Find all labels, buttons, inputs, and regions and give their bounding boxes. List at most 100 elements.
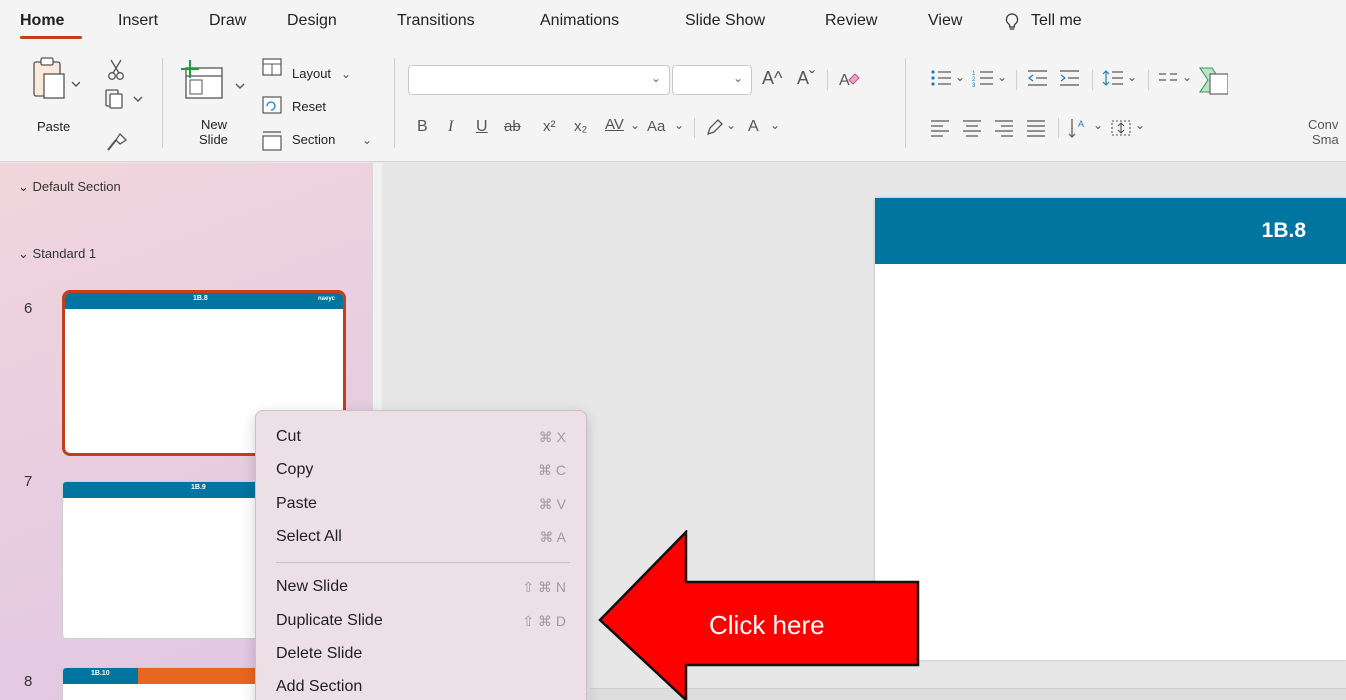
ribbon-divider bbox=[694, 118, 695, 138]
format-painter-icon[interactable] bbox=[106, 132, 128, 154]
current-slide[interactable]: 1B.8 bbox=[875, 198, 1346, 660]
layout-chevron-icon[interactable]: ⌄ bbox=[341, 64, 351, 84]
layout-icon[interactable] bbox=[262, 58, 282, 76]
thumbnail-title: 1B.8 bbox=[193, 295, 208, 302]
convert-smartart-label-line2[interactable]: Sma bbox=[1312, 133, 1339, 147]
highlight-pen-icon[interactable] bbox=[704, 118, 724, 138]
line-spacing-chevron-icon[interactable]: ⌄ bbox=[1127, 67, 1137, 87]
menu-item-add-section[interactable]: Add Section bbox=[256, 671, 586, 700]
numbering-icon[interactable]: 1 2 3 bbox=[972, 68, 994, 88]
paste-clipboard-icon[interactable] bbox=[32, 56, 80, 102]
tab-insert[interactable]: Insert bbox=[118, 12, 158, 30]
strikethrough-icon[interactable]: ab bbox=[504, 117, 521, 137]
section-header-default[interactable]: ⌄ Default Section bbox=[18, 179, 121, 195]
home-ribbon: Paste New Slide Layout ⌄ Reset Section ⌄… bbox=[0, 44, 1346, 162]
paste-label[interactable]: Paste bbox=[37, 120, 70, 134]
new-slide-icon[interactable] bbox=[176, 58, 246, 102]
menu-item-select-all[interactable]: Select All ⌘ A bbox=[256, 521, 586, 553]
menu-item-new-slide[interactable]: New Slide ⇧ ⌘ N bbox=[256, 571, 586, 603]
ribbon-divider bbox=[394, 58, 395, 148]
bold-icon[interactable]: B bbox=[417, 117, 428, 137]
decrease-indent-icon[interactable] bbox=[1026, 68, 1048, 88]
slide-title[interactable]: 1B.8 bbox=[1262, 219, 1306, 243]
underline-icon[interactable]: U bbox=[476, 117, 488, 137]
columns-icon[interactable] bbox=[1158, 70, 1178, 86]
font-size-chevron-icon[interactable]: ⌄ bbox=[733, 71, 743, 85]
thumbnail-logo: naeyc bbox=[317, 296, 335, 302]
tab-view[interactable]: View bbox=[928, 12, 962, 30]
font-name-combobox[interactable]: ⌄ bbox=[408, 65, 670, 95]
clear-formatting-icon[interactable]: A bbox=[837, 68, 861, 90]
ribbon-divider bbox=[1092, 70, 1093, 90]
section-chevron-icon[interactable]: ⌄ bbox=[362, 130, 372, 150]
bullets-icon[interactable] bbox=[930, 68, 952, 88]
menu-item-shortcut: ⌘ X bbox=[538, 429, 566, 445]
tab-review[interactable]: Review bbox=[825, 12, 877, 30]
reset-button[interactable]: Reset bbox=[292, 100, 326, 114]
subscript-icon[interactable]: x₂ bbox=[574, 117, 587, 137]
numbering-chevron-icon[interactable]: ⌄ bbox=[997, 67, 1007, 87]
menu-item-label: Duplicate Slide bbox=[276, 612, 383, 629]
collapse-chevron-icon[interactable]: ⌄ bbox=[18, 246, 29, 261]
new-slide-label-line2[interactable]: Slide bbox=[199, 133, 228, 147]
layout-button[interactable]: Layout bbox=[292, 67, 331, 81]
collapse-chevron-icon[interactable]: ⌄ bbox=[18, 179, 29, 194]
align-text-icon[interactable] bbox=[1110, 118, 1132, 138]
change-case-icon[interactable]: Aa bbox=[647, 117, 665, 137]
highlight-chevron-icon[interactable]: ⌄ bbox=[726, 115, 736, 135]
lightbulb-icon[interactable] bbox=[1003, 12, 1021, 32]
section-button[interactable]: Section bbox=[292, 133, 335, 147]
align-text-chevron-icon[interactable]: ⌄ bbox=[1135, 115, 1145, 135]
align-center-icon[interactable] bbox=[962, 118, 982, 138]
character-spacing-icon[interactable]: AV bbox=[605, 115, 624, 135]
svg-text:3: 3 bbox=[972, 83, 976, 88]
font-color-chevron-icon[interactable]: ⌄ bbox=[770, 115, 780, 135]
superscript-icon[interactable]: x² bbox=[543, 117, 556, 137]
menu-item-cut[interactable]: Cut ⌘ X bbox=[256, 421, 586, 453]
line-spacing-icon[interactable] bbox=[1102, 68, 1124, 88]
thumbnail-title: 1B.10 bbox=[91, 670, 110, 677]
change-case-chevron-icon[interactable]: ⌄ bbox=[674, 115, 684, 135]
text-direction-icon[interactable]: A bbox=[1068, 116, 1090, 140]
ribbon-divider bbox=[162, 58, 163, 148]
svg-text:A: A bbox=[1078, 119, 1084, 129]
section-icon[interactable] bbox=[262, 130, 282, 152]
tab-draw[interactable]: Draw bbox=[209, 12, 246, 30]
tab-tell-me[interactable]: Tell me bbox=[1031, 12, 1082, 30]
scissors-icon[interactable] bbox=[106, 58, 126, 82]
menu-item-paste[interactable]: Paste ⌘ V bbox=[256, 488, 586, 520]
menu-item-copy[interactable]: Copy ⌘ C bbox=[256, 454, 586, 486]
increase-indent-icon[interactable] bbox=[1058, 68, 1080, 88]
menu-item-label: Cut bbox=[276, 428, 301, 445]
tab-animations[interactable]: Animations bbox=[540, 12, 619, 30]
tab-transitions[interactable]: Transitions bbox=[397, 12, 475, 30]
align-left-icon[interactable] bbox=[930, 118, 950, 138]
menu-item-duplicate-slide[interactable]: Duplicate Slide ⇧ ⌘ D bbox=[256, 605, 586, 637]
font-color-icon[interactable]: A bbox=[748, 117, 759, 137]
convert-smartart-label-line1[interactable]: Conv bbox=[1308, 118, 1338, 132]
grow-font-icon[interactable]: A^ bbox=[762, 68, 782, 88]
reset-icon[interactable] bbox=[262, 96, 282, 114]
section-header-standard[interactable]: ⌄ Standard 1 bbox=[18, 246, 96, 262]
italic-icon[interactable]: I bbox=[448, 117, 453, 137]
tab-design[interactable]: Design bbox=[287, 12, 337, 30]
justify-icon[interactable] bbox=[1026, 118, 1046, 138]
callout-text: Click here bbox=[709, 610, 825, 640]
text-direction-chevron-icon[interactable]: ⌄ bbox=[1093, 115, 1103, 135]
columns-chevron-icon[interactable]: ⌄ bbox=[1182, 67, 1192, 87]
bullets-chevron-icon[interactable]: ⌄ bbox=[955, 67, 965, 87]
tab-home[interactable]: Home bbox=[20, 12, 64, 30]
tab-slide-show[interactable]: Slide Show bbox=[685, 12, 765, 30]
menu-item-shortcut: ⌘ C bbox=[538, 462, 566, 478]
convert-smartart-icon[interactable] bbox=[1198, 64, 1228, 96]
align-right-icon[interactable] bbox=[994, 118, 1014, 138]
shrink-font-icon[interactable]: Aˇ bbox=[797, 68, 815, 88]
menu-item-shortcut: ⌘ V bbox=[538, 496, 566, 512]
character-spacing-chevron-icon[interactable]: ⌄ bbox=[630, 115, 640, 135]
thumbnail-title: 1B.9 bbox=[191, 484, 206, 491]
menu-item-delete-slide[interactable]: Delete Slide bbox=[256, 638, 586, 670]
new-slide-label-line1[interactable]: New bbox=[201, 118, 227, 132]
copy-icon[interactable] bbox=[104, 88, 148, 110]
font-name-chevron-icon[interactable]: ⌄ bbox=[651, 71, 661, 85]
font-size-combobox[interactable]: ⌄ bbox=[672, 65, 752, 95]
